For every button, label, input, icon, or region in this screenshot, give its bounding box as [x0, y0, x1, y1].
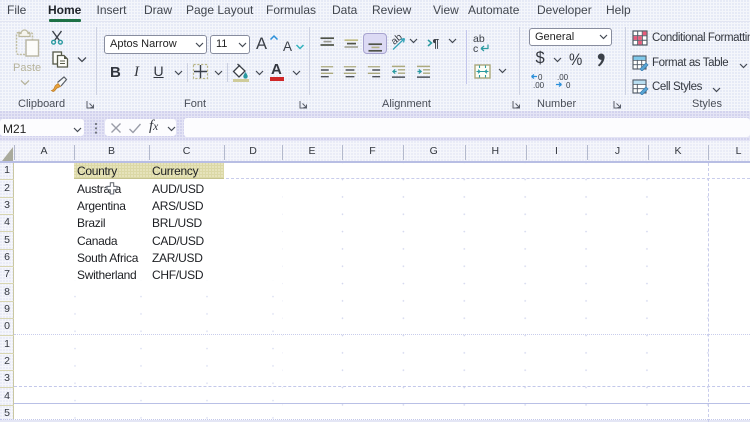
svg-text:0: 0 [566, 81, 571, 89]
svg-text:.00: .00 [533, 81, 545, 89]
svg-text:A: A [256, 35, 267, 52]
svg-text:A: A [283, 39, 292, 54]
svg-text:¶: ¶ [433, 37, 440, 51]
svg-text:c: c [473, 43, 478, 53]
